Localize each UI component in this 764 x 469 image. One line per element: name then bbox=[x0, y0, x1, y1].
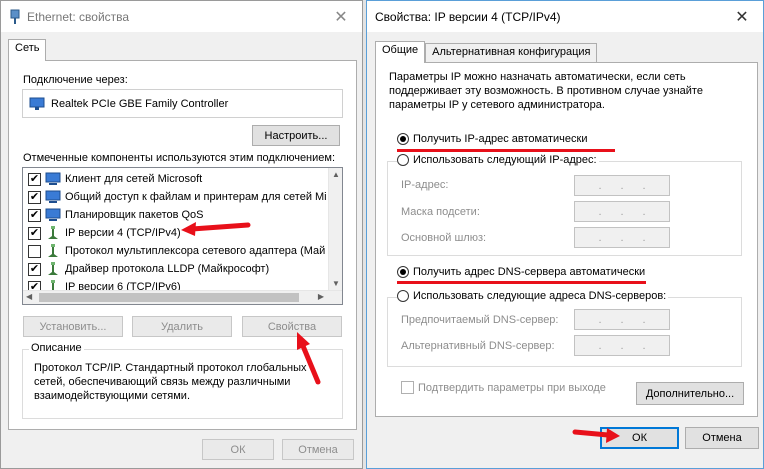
annotation-arrows bbox=[181, 222, 620, 443]
arrow-to-ok bbox=[572, 428, 620, 443]
tab-general[interactable]: Общие bbox=[375, 41, 426, 63]
arrow-to-ipv4 bbox=[181, 222, 251, 236]
arrow-to-properties bbox=[297, 332, 321, 385]
tab-bar: Сеть bbox=[8, 39, 47, 61]
tab-network[interactable]: Сеть bbox=[8, 39, 47, 61]
